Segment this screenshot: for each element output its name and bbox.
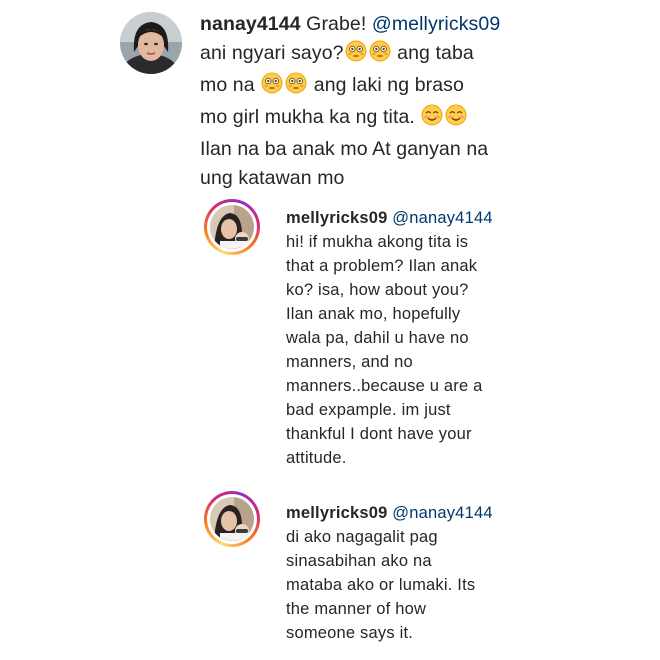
smiling-face-with-smiling-eyes-icon — [445, 104, 467, 135]
flushed-face-icon — [369, 40, 391, 71]
comment-line-3a: ang taba — [397, 42, 474, 64]
comment-line-5: Ilan na ba anak mo At ganyan na — [200, 138, 489, 160]
reply-line: attitude. — [286, 449, 347, 467]
avatar-story-ring[interactable] — [204, 199, 260, 255]
comment-line-3b: mo na — [200, 74, 255, 96]
avatar — [210, 205, 254, 249]
reply-line: mataba ako or lumaki. Its — [286, 576, 476, 594]
reply-line: thankful I dont have your — [286, 425, 472, 443]
reply-line: ko? isa, how about you? — [286, 281, 469, 299]
flushed-face-icon — [345, 40, 367, 71]
reply-mention[interactable]: @nanay4144 — [392, 504, 492, 522]
avatar[interactable] — [120, 12, 182, 74]
reply-line: someone says it. — [286, 624, 414, 642]
comment-line-4: mo girl mukha ka ng tita. — [200, 106, 415, 128]
comment-line-6: ung katawan mo — [200, 167, 345, 189]
comment-text: nanay4144 Grabe! @mellyricks09 ani ngyar… — [200, 10, 540, 193]
reply-line: wala pa, dahil u have no — [286, 329, 469, 347]
reply-username[interactable]: mellyricks09 — [286, 209, 387, 227]
avatar-story-ring[interactable] — [204, 491, 260, 547]
reply-text: mellyricks09 @nanay4144 di ako nagagalit… — [286, 501, 546, 645]
reply-line: that a problem? Ilan anak — [286, 257, 478, 275]
reply-line: bad expample. im just — [286, 401, 451, 419]
reply-line: the manner of how — [286, 600, 427, 618]
reply-line: manners..because u are a — [286, 377, 483, 395]
reply-text: mellyricks09 @nanay4144 hi! if mukha ako… — [286, 206, 546, 470]
reply-line: sinasabihan ako na — [286, 552, 432, 570]
flushed-face-icon — [285, 72, 307, 103]
comment-mention[interactable]: @mellyricks09 — [372, 13, 500, 35]
flushed-face-icon — [261, 72, 283, 103]
reply-line: manners, and no — [286, 353, 413, 371]
reply-line: hi! if mukha akong tita is — [286, 233, 469, 251]
avatar — [210, 497, 254, 541]
reply-line: di ako nagagalit pag — [286, 528, 438, 546]
comment-text-start: Grabe! — [306, 13, 367, 35]
reply-username[interactable]: mellyricks09 — [286, 504, 387, 522]
comment-line-2: ani ngyari sayo? — [200, 42, 344, 64]
comment-username[interactable]: nanay4144 — [200, 13, 301, 35]
reply-mention[interactable]: @nanay4144 — [392, 209, 492, 227]
comment-line-3c: ang laki ng braso — [313, 74, 464, 96]
reply-line: Ilan anak mo, hopefully — [286, 305, 461, 323]
smiling-face-with-smiling-eyes-icon — [421, 104, 443, 135]
